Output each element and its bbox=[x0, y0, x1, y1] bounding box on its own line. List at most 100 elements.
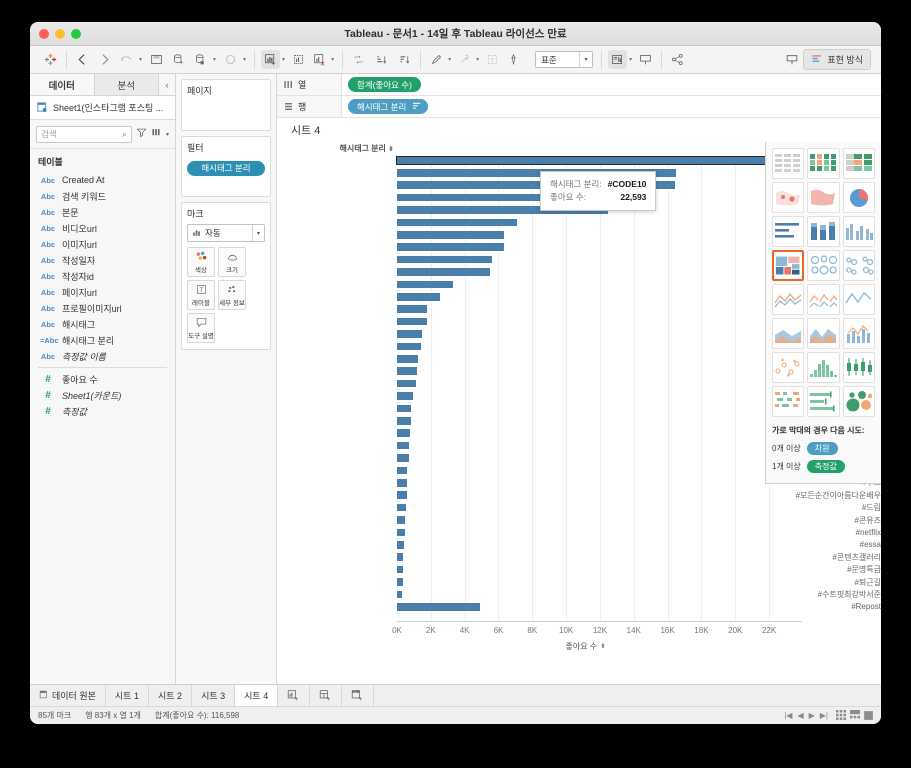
rows-shelf[interactable]: 행 해시태그 분리 bbox=[277, 96, 881, 118]
swap-rows-columns-icon[interactable] bbox=[349, 50, 368, 69]
show-me-filled-map[interactable] bbox=[807, 182, 839, 213]
record-navigation[interactable]: |◀ ◀ ▶ ▶| bbox=[784, 711, 828, 720]
tab-data[interactable]: 데이터 bbox=[30, 74, 95, 95]
show-me-stacked-bars[interactable] bbox=[807, 216, 839, 247]
highlight-icon[interactable] bbox=[427, 50, 446, 69]
back-icon[interactable] bbox=[73, 50, 92, 69]
bar-mark[interactable] bbox=[397, 281, 453, 289]
field-item-measure[interactable]: #좋아요 수 bbox=[30, 371, 175, 387]
pause-autoupdate-icon[interactable] bbox=[221, 50, 240, 69]
show-me-symbol-map[interactable] bbox=[772, 182, 804, 213]
field-options-dropdown-icon[interactable]: ▾ bbox=[166, 131, 169, 138]
half-view-icon[interactable] bbox=[850, 710, 860, 722]
field-item-measure[interactable]: #측정값 bbox=[30, 403, 175, 419]
sheet-tab[interactable]: 시트 1 bbox=[106, 685, 149, 706]
field-item-dimension[interactable]: Abc작성자id bbox=[30, 268, 175, 284]
chevron-down-icon[interactable]: ▾ bbox=[252, 225, 264, 241]
field-item-dimension[interactable]: =Abc해시태그 분리 bbox=[30, 332, 175, 348]
bar-mark[interactable] bbox=[397, 256, 492, 264]
undo-redo-icon[interactable] bbox=[117, 50, 136, 69]
show-me-text-table[interactable] bbox=[772, 148, 804, 179]
bar-mark[interactable] bbox=[397, 591, 402, 599]
field-item-dimension[interactable]: AbcCreated At bbox=[30, 172, 175, 188]
refresh-dropdown-icon[interactable]: ▾ bbox=[213, 56, 216, 63]
presentation-mode-icon[interactable] bbox=[636, 50, 655, 69]
filter-icon[interactable] bbox=[136, 125, 147, 143]
share-icon[interactable] bbox=[668, 50, 687, 69]
collapse-pane-icon[interactable]: ‹ bbox=[159, 74, 175, 95]
field-item-dimension[interactable]: Abc비디오url bbox=[30, 220, 175, 236]
show-me-dual-lines[interactable] bbox=[843, 284, 875, 315]
show-me-circle-views[interactable] bbox=[807, 250, 839, 281]
chevron-down-icon[interactable]: ▾ bbox=[579, 52, 592, 67]
new-sheet-dropdown-icon[interactable]: ▾ bbox=[282, 56, 285, 63]
show-me-packed-bubbles[interactable] bbox=[843, 386, 875, 417]
first-record-icon[interactable]: |◀ bbox=[784, 711, 792, 720]
rows-pill-hashtag[interactable]: 해시태그 분리 bbox=[348, 99, 428, 114]
marks-type-select[interactable]: 자동 ▾ bbox=[187, 224, 265, 242]
labels-icon[interactable]: T bbox=[483, 50, 502, 69]
fit-select-icon[interactable] bbox=[608, 50, 627, 69]
bar-mark[interactable] bbox=[397, 467, 407, 475]
show-me-dual-combination[interactable] bbox=[843, 318, 875, 349]
bar-mark[interactable] bbox=[397, 529, 405, 537]
bar-mark[interactable] bbox=[397, 157, 779, 165]
duplicate-sheet-icon[interactable] bbox=[289, 50, 308, 69]
field-item-measure[interactable]: #Sheet1(카운트) bbox=[30, 387, 175, 403]
new-dashboard-tab-button[interactable]: + bbox=[310, 685, 342, 706]
undo-dropdown-icon[interactable]: ▾ bbox=[139, 56, 142, 63]
group-by-icon[interactable] bbox=[151, 125, 162, 143]
category-label[interactable]: #essa bbox=[765, 541, 881, 549]
bar-mark[interactable] bbox=[397, 318, 427, 326]
datasource-tab[interactable]: 데이터 원본 bbox=[30, 685, 106, 706]
bar-mark[interactable] bbox=[397, 305, 427, 313]
bar-mark[interactable] bbox=[397, 553, 403, 561]
field-item-dimension[interactable]: Abc프로필이미지url bbox=[30, 300, 175, 316]
show-me-gantt-chart[interactable] bbox=[772, 386, 804, 417]
group-dropdown-icon[interactable]: ▾ bbox=[476, 56, 479, 63]
show-me-side-by-side-bars[interactable] bbox=[843, 216, 875, 247]
category-label[interactable]: #문명특급 bbox=[765, 566, 881, 574]
refresh-datasource-icon[interactable] bbox=[191, 50, 210, 69]
bar-mark[interactable] bbox=[397, 219, 517, 227]
tableau-logo-icon[interactable] bbox=[41, 50, 60, 69]
bar-mark[interactable] bbox=[397, 392, 413, 400]
bar-mark[interactable] bbox=[397, 355, 418, 363]
last-record-icon[interactable]: ▶| bbox=[820, 711, 828, 720]
show-me-histogram[interactable] bbox=[807, 352, 839, 383]
bar-mark[interactable] bbox=[397, 380, 416, 388]
category-label[interactable]: #모든순간이아름다운배우 bbox=[765, 492, 881, 500]
bar-mark[interactable] bbox=[397, 491, 407, 499]
filter-pill-hashtag[interactable]: 해시태그 분리 bbox=[187, 161, 265, 176]
clear-sheet-icon[interactable]: ✕ bbox=[310, 50, 329, 69]
view-mode-buttons[interactable] bbox=[836, 710, 873, 722]
clear-dropdown-icon[interactable]: ▾ bbox=[331, 56, 334, 63]
category-label[interactable]: #netflix bbox=[765, 529, 881, 537]
fix-axes-icon[interactable] bbox=[504, 50, 523, 69]
forward-icon[interactable] bbox=[95, 50, 114, 69]
field-item-dimension[interactable]: Abc해시태그 bbox=[30, 316, 175, 332]
field-item-dimension[interactable]: Abc이미지url bbox=[30, 236, 175, 252]
field-item-dimension[interactable]: Abc검색 키워드 bbox=[30, 188, 175, 204]
bar-mark[interactable] bbox=[397, 603, 480, 611]
show-me-bullet-graph[interactable] bbox=[807, 386, 839, 417]
show-me-heat-map[interactable] bbox=[807, 148, 839, 179]
field-item-dimension[interactable]: Abc측정값 이름 bbox=[30, 348, 175, 364]
search-input[interactable]: 검색 ⌕ bbox=[36, 126, 132, 143]
field-item-dimension[interactable]: Abc작성일자 bbox=[30, 252, 175, 268]
add-datasource-icon[interactable]: + bbox=[169, 50, 188, 69]
previous-record-icon[interactable]: ◀ bbox=[797, 711, 803, 720]
fit-dropdown-icon[interactable]: ▾ bbox=[629, 56, 632, 63]
bar-mark[interactable] bbox=[397, 367, 417, 375]
sort-descending-icon[interactable] bbox=[395, 50, 414, 69]
show-me-lines-continuous[interactable] bbox=[772, 284, 804, 315]
bar-mark[interactable] bbox=[397, 566, 403, 574]
show-me-area-continuous[interactable] bbox=[772, 318, 804, 349]
bar-mark[interactable] bbox=[397, 293, 440, 301]
save-icon[interactable] bbox=[147, 50, 166, 69]
bar-mark[interactable] bbox=[397, 343, 421, 351]
show-me-button[interactable]: 표현 방식 bbox=[803, 49, 871, 70]
show-me-treemap[interactable] bbox=[772, 250, 804, 281]
marks-tooltip-button[interactable]: 도구 설명 bbox=[187, 313, 215, 343]
show-me-scatter-plot[interactable] bbox=[772, 352, 804, 383]
